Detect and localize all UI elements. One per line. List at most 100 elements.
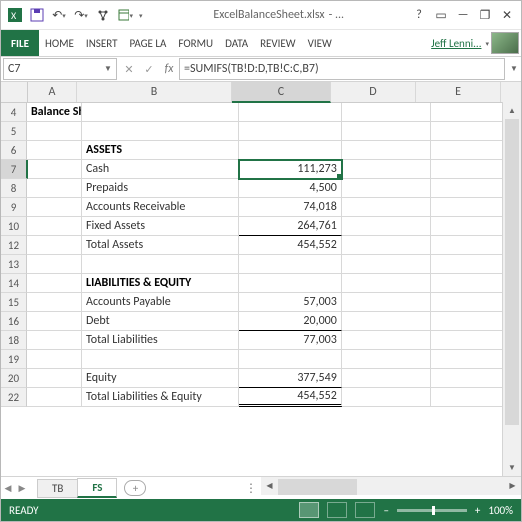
scroll-up-icon[interactable]: ▲ xyxy=(503,102,521,119)
cell[interactable] xyxy=(27,350,82,369)
cell[interactable] xyxy=(239,274,342,293)
table-row[interactable]: 10Fixed Assets264,761 xyxy=(1,217,521,236)
cell[interactable] xyxy=(27,274,82,293)
table-row[interactable]: 8Prepaids4,500 xyxy=(1,179,521,198)
qat-icon-1[interactable] xyxy=(95,7,111,23)
row-header[interactable]: 16 xyxy=(1,312,27,331)
qat-customize-icon[interactable]: ▾ xyxy=(139,11,143,20)
scroll-right-icon[interactable]: ▶ xyxy=(504,477,521,495)
table-row[interactable]: 18 Total Liabilities77,003 xyxy=(1,331,521,350)
cell[interactable]: Balance Sheet xyxy=(27,103,82,122)
user-avatar[interactable] xyxy=(491,32,519,54)
row-header[interactable]: 7 xyxy=(1,160,28,179)
tab-view[interactable]: VIEW xyxy=(302,30,338,56)
cell[interactable]: 264,761 xyxy=(239,217,342,236)
tab-pagelayout[interactable]: PAGE LA xyxy=(123,30,172,56)
zoom-in-icon[interactable]: + xyxy=(475,504,480,517)
row-header[interactable]: 19 xyxy=(1,350,27,369)
cell[interactable] xyxy=(342,198,432,217)
fx-icon[interactable]: fx xyxy=(159,62,179,76)
cell[interactable] xyxy=(239,255,342,274)
cell[interactable] xyxy=(342,160,432,179)
grid[interactable]: A B C D E 4Balance Sheet56ASSETS7Cash111… xyxy=(1,82,521,476)
tab-home[interactable]: HOME xyxy=(39,30,80,56)
cell[interactable] xyxy=(342,141,432,160)
tab-data[interactable]: DATA xyxy=(219,30,254,56)
close-icon[interactable]: ✕ xyxy=(497,8,517,22)
cell[interactable]: 4,500 xyxy=(239,179,342,198)
table-row[interactable]: 4Balance Sheet xyxy=(1,103,521,122)
undo-icon[interactable]: ↶▾ xyxy=(51,7,67,23)
chevron-down-icon[interactable]: ▼ xyxy=(100,64,116,74)
vertical-scrollbar[interactable]: ▲ ▼ xyxy=(502,102,521,476)
table-row[interactable]: 7Cash111,273 xyxy=(1,160,521,179)
cell[interactable] xyxy=(239,103,342,122)
table-row[interactable]: 19 xyxy=(1,350,521,369)
sheet-nav-next-icon[interactable]: ▶ xyxy=(15,483,29,494)
zoom-slider[interactable] xyxy=(397,509,467,512)
cell[interactable] xyxy=(27,388,82,407)
cell[interactable]: 20,000 xyxy=(239,312,342,331)
cell[interactable]: Total Liabilities xyxy=(82,331,239,350)
cell[interactable] xyxy=(82,350,239,369)
cell[interactable] xyxy=(82,255,239,274)
restore-icon[interactable]: ❐ xyxy=(475,8,495,22)
horizontal-scroll-thumb[interactable] xyxy=(278,479,357,495)
tab-insert[interactable]: INSERT xyxy=(80,30,124,56)
cell[interactable] xyxy=(27,160,82,179)
cell[interactable] xyxy=(342,217,432,236)
file-tab[interactable]: FILE xyxy=(1,30,39,56)
cell[interactable]: 454,552 xyxy=(239,387,342,407)
table-row[interactable]: 16 Debt20,000 xyxy=(1,312,521,331)
cell[interactable] xyxy=(27,293,82,312)
vertical-scroll-thumb[interactable] xyxy=(505,119,519,425)
cell[interactable] xyxy=(82,103,239,122)
tab-review[interactable]: REVIEW xyxy=(254,30,302,56)
col-B[interactable]: B xyxy=(77,82,232,102)
new-sheet-icon[interactable]: + xyxy=(124,480,146,496)
sheet-tab-fs[interactable]: FS xyxy=(77,478,117,498)
row-header[interactable]: 9 xyxy=(1,198,27,217)
zoom-out-icon[interactable]: – xyxy=(383,504,388,517)
cell[interactable]: Accounts Payable xyxy=(82,293,239,312)
normal-view-icon[interactable] xyxy=(299,502,319,518)
table-row[interactable]: 22Total Liabilities & Equity454,552 xyxy=(1,388,521,407)
cell[interactable] xyxy=(342,331,432,350)
cell[interactable] xyxy=(27,198,82,217)
page-layout-view-icon[interactable] xyxy=(327,502,347,518)
qat-icon-2[interactable]: ▾ xyxy=(117,7,133,23)
zoom-level[interactable]: 100% xyxy=(488,504,513,517)
table-row[interactable]: 6ASSETS xyxy=(1,141,521,160)
cell[interactable] xyxy=(342,179,432,198)
row-header[interactable]: 14 xyxy=(1,274,27,293)
cell[interactable]: ASSETS xyxy=(82,141,239,160)
cell[interactable] xyxy=(239,122,342,141)
row-header[interactable]: 20 xyxy=(1,369,27,388)
cell[interactable]: LIABILITIES & EQUITY xyxy=(82,274,239,293)
col-C[interactable]: C xyxy=(232,82,331,103)
cell[interactable]: Cash xyxy=(82,160,239,179)
cell[interactable]: Debt xyxy=(82,312,239,331)
cell[interactable] xyxy=(342,255,432,274)
help-icon[interactable]: ? xyxy=(409,8,429,22)
row-header[interactable]: 4 xyxy=(1,103,27,122)
row-header[interactable]: 12 xyxy=(1,236,27,255)
cell[interactable] xyxy=(82,122,239,141)
tabs-splitter[interactable]: ⋮ xyxy=(245,481,257,496)
cell[interactable] xyxy=(27,369,82,388)
row-header[interactable]: 18 xyxy=(1,331,27,350)
sheet-nav-prev-icon[interactable]: ◀ xyxy=(1,483,15,494)
horizontal-scrollbar[interactable]: ◀ ▶ xyxy=(261,476,521,495)
cell[interactable] xyxy=(342,312,432,331)
table-row[interactable]: 13 xyxy=(1,255,521,274)
cell[interactable] xyxy=(27,122,82,141)
save-icon[interactable] xyxy=(29,7,45,23)
cell[interactable]: 74,018 xyxy=(239,198,342,217)
cell[interactable]: Total Assets xyxy=(82,236,239,255)
minimize-icon[interactable]: — xyxy=(453,8,473,22)
cell[interactable]: Fixed Assets xyxy=(82,217,239,236)
cell[interactable] xyxy=(342,236,432,255)
formula-input[interactable]: =SUMIFS(TB!D:D,TB!C:C,B7) xyxy=(179,58,505,80)
cell[interactable]: 77,003 xyxy=(239,330,342,350)
col-E[interactable]: E xyxy=(416,82,501,102)
